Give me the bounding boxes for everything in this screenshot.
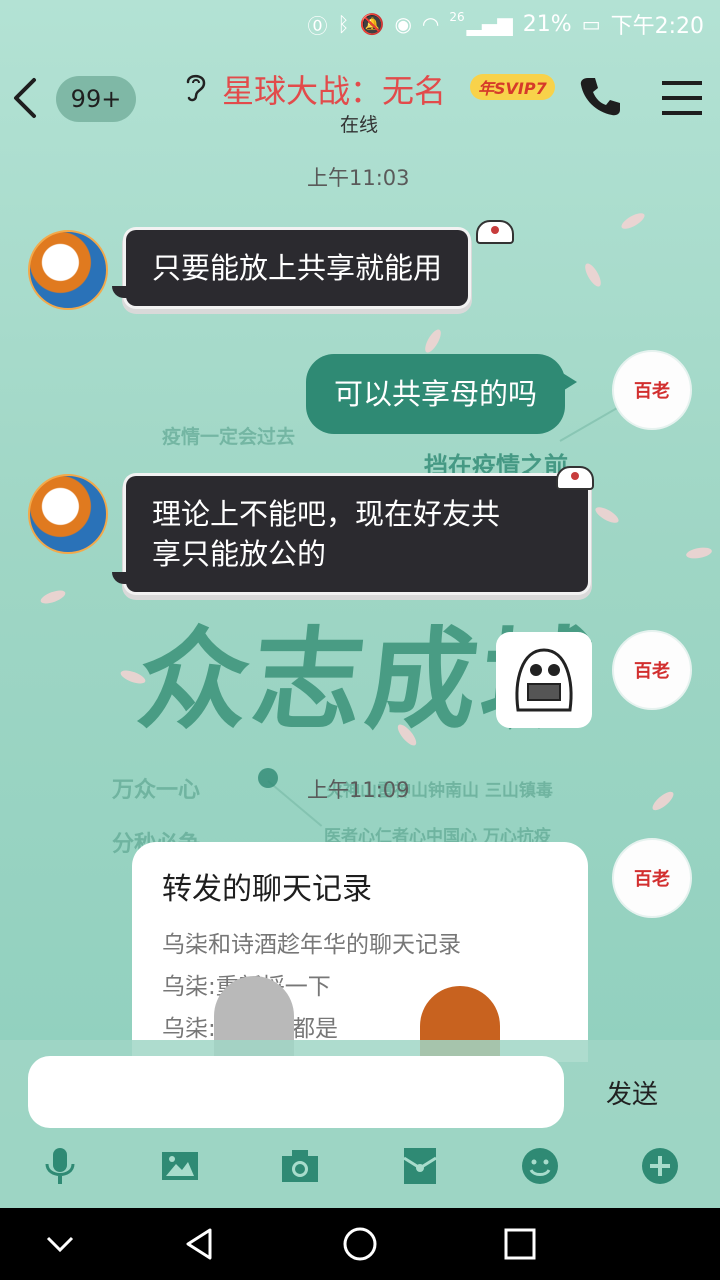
contact-avatar[interactable]: [28, 474, 108, 554]
input-area: 发送: [0, 1040, 720, 1208]
message-text: 只要能放上共享就能用: [152, 251, 443, 285]
message-text: 可以共享母的吗: [334, 377, 538, 411]
emoji-icon[interactable]: [520, 1146, 560, 1186]
background-dot: [258, 768, 278, 788]
message-bubble-received[interactable]: 理论上不能吧，现在好友共 享只能放公的: [112, 476, 588, 592]
contact-avatar[interactable]: [28, 230, 108, 310]
nav-recents-icon[interactable]: [502, 1226, 538, 1262]
image-icon[interactable]: [160, 1146, 200, 1186]
message-timestamp: 上午11:03: [307, 166, 410, 190]
message-text: 享只能放公的: [152, 537, 327, 571]
plus-icon[interactable]: [640, 1146, 680, 1186]
petal: [39, 587, 67, 607]
forwarded-chat-card[interactable]: 转发的聊天记录 乌柒和诗酒趁年华的聊天记录 乌柒:重新捋一下 乌柒: 在说的都是: [132, 842, 588, 1062]
network-type: 26: [449, 10, 465, 24]
phone-call-icon[interactable]: [578, 74, 622, 118]
input-toolbar: [0, 1146, 720, 1196]
status-bar: ⓪ ᛒ 🔕 ◉ ◠ 26 ▂▄▆ 21% ▭ 下午2:20: [0, 0, 720, 48]
battery-percent: 21%: [522, 11, 572, 37]
background-text: 万众一心: [112, 777, 201, 803]
petal: [593, 504, 621, 526]
microphone-icon[interactable]: [40, 1146, 80, 1186]
send-button[interactable]: 发送: [592, 1070, 672, 1114]
background-text: 疫情一定会过去: [162, 426, 296, 448]
sticker-message[interactable]: [496, 632, 592, 728]
clock: 下午2:20: [610, 14, 704, 39]
my-avatar[interactable]: 百老: [612, 350, 692, 430]
petal: [685, 545, 713, 561]
online-status: 在线: [340, 114, 379, 136]
mute-icon: 🔕: [359, 12, 385, 36]
sticker-face-icon: [515, 648, 573, 712]
petal: [422, 327, 444, 355]
nav-home-icon[interactable]: [342, 1226, 378, 1262]
bluetooth-icon: ᛒ: [337, 12, 350, 36]
system-nav-bar: [0, 1208, 720, 1280]
nfc-icon: ⓪: [307, 13, 328, 38]
message-text: 理论上不能吧，现在好友共: [152, 497, 501, 531]
message-bubble-received[interactable]: 只要能放上共享就能用: [111, 230, 469, 306]
chat-header: 99+ 星球大战：无名 年SVIP7 在线: [0, 48, 720, 148]
nav-back-icon[interactable]: [182, 1226, 218, 1262]
battery-icon: ▭: [581, 12, 601, 36]
message-input[interactable]: [28, 1056, 564, 1128]
contact-name[interactable]: 星球大战：无名: [222, 66, 446, 112]
camera-icon[interactable]: [280, 1146, 320, 1186]
back-icon[interactable]: [10, 76, 40, 120]
menu-icon[interactable]: [660, 78, 704, 118]
bubble-decoration-hat: [476, 220, 514, 244]
petal: [619, 210, 647, 232]
message-bubble-sent[interactable]: 可以共享母的吗: [306, 354, 578, 434]
my-avatar[interactable]: 百老: [612, 838, 692, 918]
forwarded-card-line: 乌柒和诗酒趁年华的聊天记录: [162, 932, 461, 958]
signal-icon: ▂▄▆: [466, 12, 513, 36]
my-avatar[interactable]: 百老: [612, 630, 692, 710]
message-timestamp: 上午11:09: [307, 778, 410, 802]
eye-comfort-icon: ◉: [394, 12, 412, 36]
earpiece-mode-icon[interactable]: [180, 70, 210, 104]
unread-badge[interactable]: 99+: [56, 76, 136, 122]
vip-badge: 年SVIP7: [470, 74, 555, 100]
wifi-icon: ◠: [421, 12, 440, 36]
bubble-decoration-hat: [556, 466, 594, 490]
petal: [649, 788, 677, 814]
red-packet-icon[interactable]: [400, 1146, 440, 1186]
petal: [582, 261, 604, 289]
hide-keyboard-icon[interactable]: [42, 1226, 78, 1262]
forwarded-card-title: 转发的聊天记录: [162, 872, 372, 907]
